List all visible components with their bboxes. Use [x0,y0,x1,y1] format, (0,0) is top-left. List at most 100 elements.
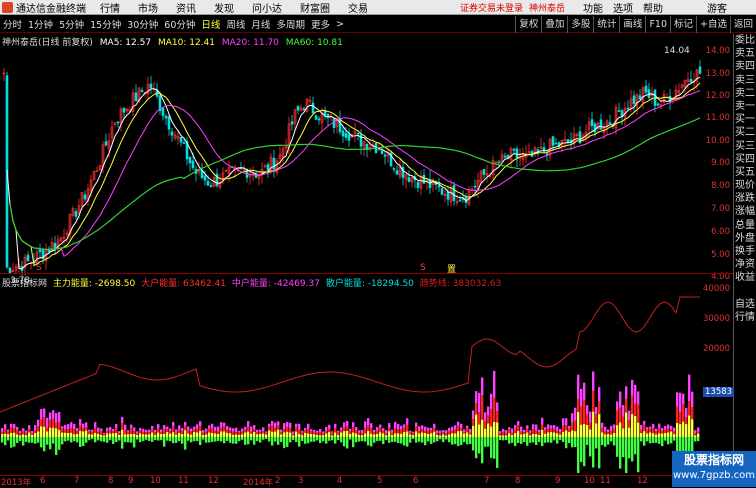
menu-market[interactable]: 行情 [100,0,120,15]
energy-bar-up [538,429,541,433]
energy-bar-up [511,435,514,437]
candle-body [446,192,450,200]
mark-button[interactable]: 标记 [670,16,696,33]
energy-bar-up [517,421,520,426]
energy-bar-up [601,427,604,433]
menu-wealth[interactable]: 财富圈 [300,0,330,15]
tab-60min[interactable]: 60分钟 [161,17,198,31]
side-quotes[interactable]: 行情 [734,311,756,324]
energy-bar-up [376,430,379,434]
energy-bar-down [565,437,568,449]
tab-daily[interactable]: 日线 [198,17,223,31]
energy-bar-down [643,437,646,446]
energy-bar-up [652,423,655,429]
energy-bar-up [205,431,208,435]
f10-button[interactable]: F10 [645,16,670,33]
side-commission-ratio[interactable]: 委比 [734,34,756,47]
stats-button[interactable]: 统计 [593,16,619,33]
candle-body [590,119,594,126]
side-volume[interactable]: 总量 [734,219,756,232]
energy-bar-up [298,423,301,430]
energy-bar-down [142,437,145,442]
indicator-chart[interactable] [0,287,705,473]
side-bid-1[interactable]: 买一 [734,113,756,126]
energy-bar-down [532,437,535,443]
more-arrow-icon[interactable]: > [333,19,347,30]
side-watchlist[interactable]: 自选 [734,298,756,311]
energy-bar-down [22,437,25,446]
energy-bar-up [172,426,175,433]
energy-bar-up [610,430,613,435]
side-ask-1[interactable]: 卖一 [734,100,756,113]
back-button[interactable]: 返回 [729,16,756,33]
energy-bar-down [151,437,154,442]
energy-bar-up [658,433,661,437]
energy-bar-down [424,437,427,446]
side-outer-volume[interactable]: 外盘 [734,232,756,245]
side-bid-3[interactable]: 买三 [734,140,756,153]
price-chart[interactable] [0,46,732,276]
energy-bar-up [586,424,589,437]
candle-body [179,136,183,143]
side-ask-4[interactable]: 卖四 [734,60,756,73]
candle-body [656,103,660,106]
tab-more[interactable]: 更多 [308,17,333,31]
energy-bar-up [424,432,427,437]
tab-monthly[interactable]: 月线 [248,17,273,31]
chart-separator [0,273,733,274]
side-bid-5[interactable]: 买五 [734,166,756,179]
menu-functions[interactable]: 功能 [583,0,603,15]
tab-weekly[interactable]: 周线 [223,17,248,31]
side-earnings[interactable]: 收益 [734,271,756,284]
energy-bar-up [226,426,229,431]
side-change[interactable]: 涨跌 [734,192,756,205]
menu-help[interactable]: 帮助 [643,0,663,15]
multi-stock-button[interactable]: 多股 [567,16,593,33]
energy-bar-up [25,435,28,437]
candle-body [161,107,165,116]
side-ask-3[interactable]: 卖三 [734,74,756,87]
energy-bar-up [31,431,34,434]
side-net-assets[interactable]: 净资 [734,258,756,271]
tab-15min[interactable]: 15分钟 [87,17,124,31]
signal-s-2: S [420,263,426,273]
menu-ask[interactable]: 问小达 [252,0,282,15]
energy-bar-up [412,431,415,434]
menu-discover[interactable]: 发现 [214,0,234,15]
side-current-price[interactable]: 现价 [734,179,756,192]
tab-5min[interactable]: 5分钟 [56,17,87,31]
current-value-badge: 13583 [703,387,735,397]
energy-bar-down [634,437,637,455]
energy-bar-up [418,431,421,434]
menu-trade[interactable]: 交易 [348,0,368,15]
add-watchlist-button[interactable]: +自选 [696,16,730,33]
energy-bar-up [478,392,481,413]
tab-30min[interactable]: 30分钟 [124,17,161,31]
energy-bar-down [184,437,187,450]
login-notice[interactable]: 证券交易未登录 [460,1,523,14]
tab-1min[interactable]: 1分钟 [25,17,56,31]
energy-bar-up [574,431,577,437]
side-ask-2[interactable]: 卖二 [734,87,756,100]
trend-line [0,296,700,413]
energy-bar-up [601,422,604,428]
energy-bar-up [637,422,640,437]
adjust-button[interactable]: 复权 [515,16,541,33]
tab-multi-period[interactable]: 多周期 [273,17,308,31]
menu-news[interactable]: 资讯 [176,0,196,15]
side-turnover[interactable]: 换手 [734,245,756,258]
draw-button[interactable]: 画线 [619,16,645,33]
energy-bar-up [10,423,13,428]
side-bid-2[interactable]: 买二 [734,126,756,139]
side-bid-4[interactable]: 买四 [734,153,756,166]
menu-markets[interactable]: 市场 [138,0,158,15]
energy-bar-up [472,419,475,426]
guest-label[interactable]: 游客 [707,0,727,15]
energy-bar-up [433,431,436,437]
energy-bar-up [88,431,91,435]
menu-options[interactable]: 选项 [613,0,633,15]
tab-timeshare[interactable]: 分时 [0,17,25,31]
overlay-button[interactable]: 叠加 [541,16,567,33]
side-ask-5[interactable]: 卖五 [734,47,756,60]
side-change-pct[interactable]: 涨幅 [734,205,756,218]
